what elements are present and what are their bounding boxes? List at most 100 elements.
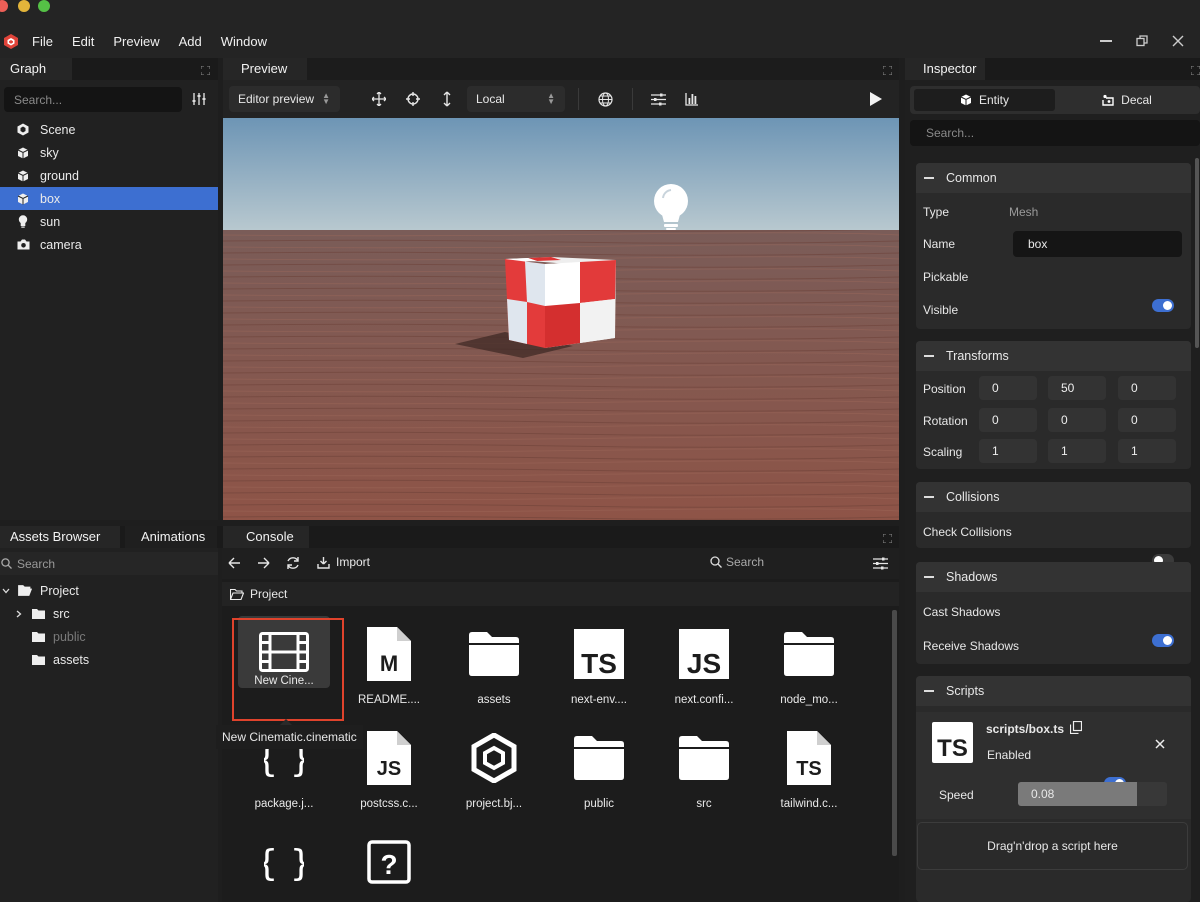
asset-item[interactable]: ? — [339, 830, 439, 902]
assets-tree-item-src[interactable]: src — [0, 602, 218, 625]
menu-edit[interactable]: Edit — [72, 34, 94, 49]
assets-tree-root[interactable]: Project — [0, 579, 218, 602]
graph-search-input[interactable]: Search... — [4, 87, 182, 112]
chevron-down-icon[interactable] — [2, 588, 12, 594]
refresh-icon[interactable] — [286, 556, 300, 573]
maximize-panel-icon[interactable] — [200, 64, 211, 78]
position-label: Position — [923, 382, 966, 396]
assets-tree-item-public[interactable]: public — [0, 625, 218, 648]
common-section-header[interactable]: Common — [916, 163, 1191, 193]
collapse-icon — [924, 496, 934, 498]
position-y-field[interactable]: 50 — [1048, 376, 1106, 400]
rotation-x-field[interactable]: 0 — [979, 408, 1037, 432]
maximize-panel-icon[interactable] — [882, 532, 893, 546]
remove-script-icon[interactable] — [1155, 738, 1165, 752]
folder-icon — [569, 726, 629, 790]
scripts-section-header[interactable]: Scripts — [916, 676, 1191, 706]
assets-scrollbar[interactable] — [892, 610, 897, 856]
graph-item-camera[interactable]: camera — [0, 233, 218, 256]
stats-chart-icon[interactable] — [685, 92, 699, 109]
graph-item-ground[interactable]: ground — [0, 164, 218, 187]
menu-window[interactable]: Window — [221, 34, 267, 49]
rotation-y-field[interactable]: 0 — [1048, 408, 1106, 432]
minimize-window-button[interactable] — [18, 0, 30, 12]
asset-item[interactable]: TS tailwind.c... — [759, 726, 859, 830]
minimize-icon[interactable] — [1100, 40, 1112, 42]
assets-browser: Import Search Project New Cine... M README… — [216, 548, 899, 902]
asset-item[interactable]: assets — [444, 622, 544, 726]
camera-select[interactable]: Editor preview ▲ ▼ — [229, 86, 340, 112]
inspector-search-input[interactable]: Search... — [910, 120, 1200, 146]
back-arrow-icon[interactable] — [228, 557, 241, 572]
tab-animations[interactable]: Animations — [125, 526, 217, 548]
maximize-panel-icon[interactable] — [1190, 64, 1200, 78]
menu-add[interactable]: Add — [179, 34, 202, 49]
asset-item[interactable]: JS next.confi... — [654, 622, 754, 726]
asset-item[interactable]: public — [549, 726, 649, 830]
name-field[interactable]: box — [1013, 231, 1182, 257]
menu-preview[interactable]: Preview — [113, 34, 159, 49]
asset-item[interactable]: TS next-env.... — [549, 622, 649, 726]
script-name[interactable]: scripts/box.ts — [986, 722, 1064, 736]
tab-decal[interactable]: Decal — [1058, 89, 1196, 111]
tab-console[interactable]: Console — [223, 526, 309, 548]
transforms-section-header[interactable]: Transforms — [916, 341, 1191, 371]
shadows-section-header[interactable]: Shadows — [916, 562, 1191, 592]
scale-gizmo-icon[interactable] — [442, 91, 452, 110]
tab-preview[interactable]: Preview — [223, 58, 307, 80]
pickable-toggle[interactable] — [1152, 299, 1174, 312]
position-x-field[interactable]: 0 — [979, 376, 1037, 400]
asset-item[interactable]: M README.... — [339, 622, 439, 726]
scene-viewport[interactable] — [223, 118, 899, 520]
type-label: Type — [923, 205, 950, 219]
svg-text:TS: TS — [796, 758, 822, 780]
asset-label: tailwind.c... — [780, 798, 838, 810]
graph-item-sun[interactable]: sun — [0, 210, 218, 233]
graph-item-sky[interactable]: sky — [0, 141, 218, 164]
tab-assets-browser[interactable]: Assets Browser — [0, 526, 120, 548]
forward-arrow-icon[interactable] — [257, 557, 270, 572]
asset-item[interactable]: node_mo... — [759, 622, 859, 726]
inspector-scrollbar[interactable] — [1195, 158, 1199, 348]
tab-inspector[interactable]: Inspector — [905, 58, 985, 80]
tab-entity[interactable]: Entity — [914, 89, 1055, 111]
import-button[interactable]: Import — [317, 555, 370, 569]
restore-icon[interactable] — [1136, 35, 1148, 50]
asset-item[interactable]: { } — [234, 830, 334, 902]
view-options-icon[interactable] — [873, 557, 888, 573]
rotation-z-field[interactable]: 0 — [1118, 408, 1176, 432]
settings-sliders-icon[interactable] — [651, 93, 666, 109]
menu-file[interactable]: File — [32, 34, 53, 49]
assets-search-input[interactable]: Search — [0, 552, 218, 575]
speed-slider[interactable]: 0.08 — [1018, 782, 1167, 806]
close-icon[interactable] — [1172, 35, 1184, 50]
copy-icon[interactable] — [1069, 720, 1083, 737]
asset-item[interactable]: src — [654, 726, 754, 830]
zoom-window-button[interactable] — [38, 0, 50, 12]
rotate-gizmo-icon[interactable] — [406, 92, 420, 109]
filter-sliders-icon[interactable] — [192, 92, 206, 109]
play-icon[interactable] — [870, 92, 882, 109]
scaling-z-field[interactable]: 1 — [1118, 439, 1176, 463]
cast-shadows-toggle[interactable] — [1152, 634, 1174, 647]
script-drop-zone[interactable]: Drag'n'drop a script here — [917, 822, 1188, 870]
graph-item-label: sky — [40, 145, 59, 160]
space-select[interactable]: Local ▲ ▼ — [467, 86, 565, 112]
scaling-x-field[interactable]: 1 — [979, 439, 1037, 463]
tab-graph[interactable]: Graph — [0, 58, 72, 80]
move-gizmo-icon[interactable] — [371, 91, 387, 109]
collisions-section-header[interactable]: Collisions — [916, 482, 1191, 512]
assets-grid-search-input[interactable]: Search — [710, 555, 764, 569]
wireframe-sphere-icon[interactable] — [598, 92, 613, 110]
position-z-field[interactable]: 0 — [1118, 376, 1176, 400]
graph-item-label: ground — [40, 168, 79, 183]
maximize-panel-icon[interactable] — [882, 64, 893, 78]
assets-tree-item-assets[interactable]: assets — [0, 648, 218, 671]
breadcrumb-project[interactable]: Project — [250, 587, 287, 601]
graph-item-box[interactable]: box — [0, 187, 218, 210]
graph-item-scene[interactable]: Scene — [0, 118, 218, 141]
asset-item[interactable]: New Cine... — [234, 616, 334, 726]
chevron-right-icon[interactable] — [16, 610, 26, 618]
asset-item[interactable]: project.bj... — [444, 726, 544, 830]
scaling-y-field[interactable]: 1 — [1048, 439, 1106, 463]
